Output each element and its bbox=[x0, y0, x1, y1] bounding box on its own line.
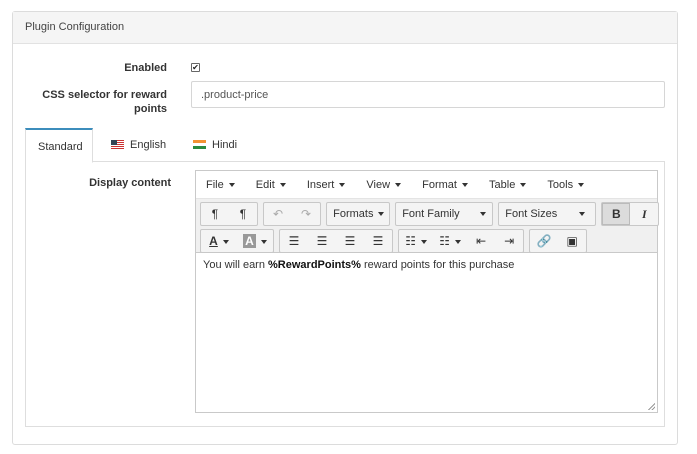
chevron-down-icon bbox=[228, 183, 235, 187]
font-family-label: Font Family bbox=[402, 208, 460, 220]
menu-insert[interactable]: Insert bbox=[301, 171, 352, 191]
menu-format-label: Format bbox=[422, 179, 457, 191]
formats-label: Formats bbox=[333, 208, 374, 220]
outdent-icon[interactable]: ⇤ bbox=[467, 230, 495, 252]
display-content-label: Display content bbox=[89, 177, 171, 189]
menu-tools-label: Tools bbox=[547, 179, 574, 191]
content-token: %RewardPoints% bbox=[268, 259, 361, 271]
chevron-down-icon bbox=[222, 240, 229, 244]
align-justify-icon[interactable]: ☰ bbox=[364, 230, 392, 252]
direction-group: ¶ ¶ bbox=[200, 202, 258, 226]
numbered-list-icon: ☷ bbox=[439, 234, 450, 248]
tab-standard-label: Standard bbox=[38, 141, 83, 153]
align-group: ☰ ☰ ☰ ☰ bbox=[279, 229, 394, 253]
list-group: ☷ ☷ ⇤ ⇥ bbox=[398, 229, 525, 253]
bullet-list-button[interactable]: ☷ bbox=[399, 230, 433, 252]
menu-view-label: View bbox=[366, 179, 391, 191]
ltr-button[interactable]: ¶ bbox=[201, 203, 229, 225]
menu-file-label: File bbox=[206, 179, 224, 191]
insert-group: 🔗 ▣ bbox=[529, 229, 588, 253]
tab-english-label: English bbox=[130, 139, 167, 151]
editor-content[interactable]: You will earn %RewardPoints% reward poin… bbox=[196, 253, 657, 277]
chevron-down-icon bbox=[461, 183, 468, 187]
undo-icon[interactable]: ↶ bbox=[264, 203, 292, 225]
menu-view[interactable]: View bbox=[360, 171, 407, 191]
text-color-button[interactable]: A bbox=[201, 230, 237, 252]
image-icon[interactable]: ▣ bbox=[558, 230, 586, 252]
redo-icon[interactable]: ↷ bbox=[292, 203, 320, 225]
panel-title: Plugin Configuration bbox=[13, 12, 677, 44]
background-color-icon: A bbox=[243, 234, 256, 248]
menu-insert-label: Insert bbox=[306, 179, 335, 191]
tab-english[interactable]: English bbox=[99, 128, 178, 162]
editor-toolbar: ¶ ¶ ↶ ↷ Formats Font Family Font Sizes BI … bbox=[196, 199, 660, 253]
css-selector-label-line2: points bbox=[134, 103, 167, 115]
font-sizes-label: Font Sizes bbox=[505, 208, 558, 220]
menu-format[interactable]: Format bbox=[416, 171, 474, 191]
content-text-post: reward points for this purchase bbox=[360, 259, 515, 271]
menu-table-label: Table bbox=[489, 179, 516, 191]
language-tabs: Standard English Hindi bbox=[25, 128, 665, 163]
bullet-list-icon: ☷ bbox=[405, 234, 416, 248]
color-group: AA bbox=[200, 229, 274, 253]
content-text-pre: You will earn bbox=[203, 259, 269, 271]
align-right-icon[interactable]: ☰ bbox=[336, 230, 364, 252]
chevron-down-icon bbox=[579, 212, 586, 216]
link-icon[interactable]: 🔗 bbox=[530, 230, 558, 252]
chevron-down-icon bbox=[520, 183, 527, 187]
enabled-checkbox[interactable]: ✔ bbox=[191, 63, 200, 72]
tab-standard[interactable]: Standard bbox=[25, 128, 93, 163]
background-color-button[interactable]: A bbox=[237, 230, 273, 252]
css-selector-label: CSS selector for reward points bbox=[30, 88, 167, 116]
enabled-label: Enabled bbox=[124, 62, 167, 74]
resize-handle-icon[interactable] bbox=[648, 403, 655, 410]
align-center-icon[interactable]: ☰ bbox=[308, 230, 336, 252]
bold-button[interactable]: B bbox=[602, 203, 631, 225]
indent-icon[interactable]: ⇥ bbox=[495, 230, 523, 252]
editor-menubar: File Edit Insert View Format Table Tools bbox=[196, 171, 657, 199]
chevron-down-icon bbox=[578, 183, 585, 187]
font-sizes-dropdown[interactable]: Font Sizes bbox=[498, 202, 597, 226]
chevron-down-icon bbox=[421, 240, 427, 244]
tab-hindi-label: Hindi bbox=[212, 139, 238, 151]
menu-table[interactable]: Table bbox=[483, 171, 532, 191]
india-flag-icon bbox=[193, 140, 206, 149]
text-color-icon: A bbox=[209, 234, 218, 248]
chevron-down-icon bbox=[378, 212, 385, 216]
formats-dropdown[interactable]: Formats bbox=[326, 202, 391, 226]
chevron-down-icon bbox=[455, 240, 461, 244]
font-family-dropdown[interactable]: Font Family bbox=[395, 202, 494, 226]
tab-hindi[interactable]: Hindi bbox=[181, 128, 249, 162]
menu-edit[interactable]: Edit bbox=[250, 171, 292, 191]
rich-text-editor: File Edit Insert View Format Table Tools… bbox=[195, 170, 660, 413]
history-group: ↶ ↷ bbox=[263, 202, 322, 226]
us-flag-icon bbox=[111, 140, 124, 149]
menu-tools[interactable]: Tools bbox=[541, 171, 590, 191]
chevron-down-icon bbox=[339, 183, 346, 187]
chevron-down-icon bbox=[479, 212, 486, 216]
style-group: BI bbox=[601, 202, 660, 226]
menu-edit-label: Edit bbox=[255, 179, 275, 191]
css-selector-label-line1: CSS selector for reward bbox=[42, 89, 167, 101]
numbered-list-button[interactable]: ☷ bbox=[433, 230, 467, 252]
align-left-icon[interactable]: ☰ bbox=[280, 230, 308, 252]
rtl-button[interactable]: ¶ bbox=[229, 203, 257, 225]
chevron-down-icon bbox=[260, 240, 267, 244]
italic-button[interactable]: I bbox=[630, 203, 658, 225]
chevron-down-icon bbox=[279, 183, 286, 187]
chevron-down-icon bbox=[395, 183, 402, 187]
css-selector-input[interactable]: .product-price bbox=[191, 81, 665, 108]
menu-file[interactable]: File bbox=[200, 171, 241, 191]
